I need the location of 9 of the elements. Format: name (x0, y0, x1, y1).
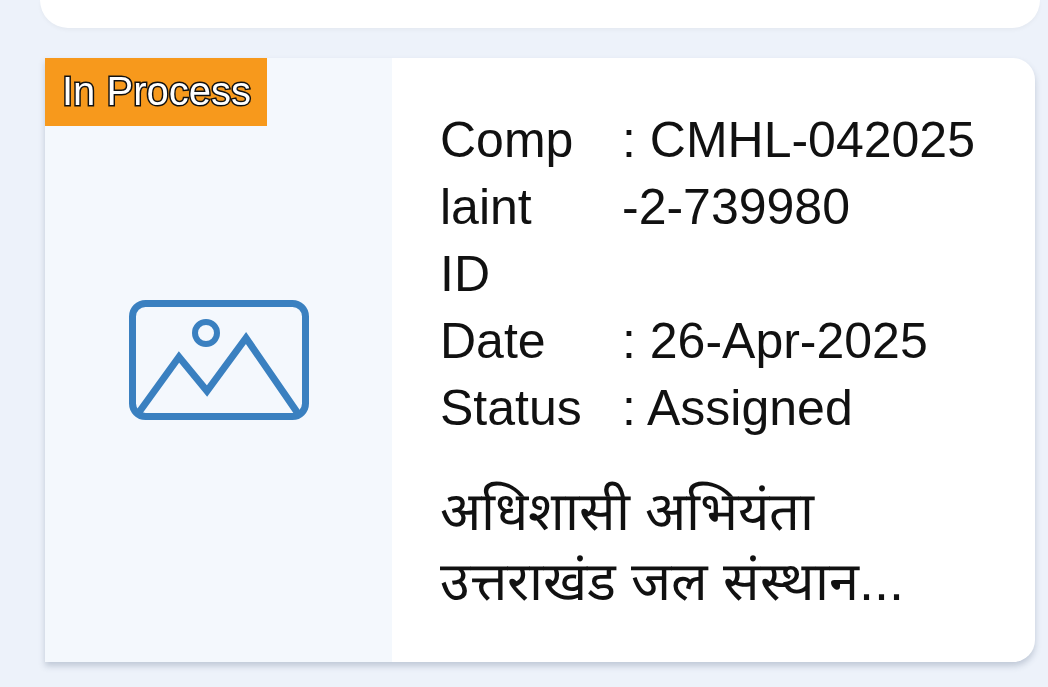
office-text: अधिशासी अभियंता उत्तराखंड जल संस्थान... (440, 480, 905, 613)
field-label: Complaint ID (440, 111, 575, 304)
image-placeholder-icon (128, 300, 309, 420)
field-label: Status (440, 379, 583, 438)
field-value: : Assigned (622, 379, 854, 438)
field-value: : CMHL-042025-2-739980 (622, 111, 976, 237)
status-badge: In Process (45, 58, 267, 126)
field-value: : 26-Apr-2025 (622, 312, 929, 371)
field-label: Date (440, 312, 547, 371)
